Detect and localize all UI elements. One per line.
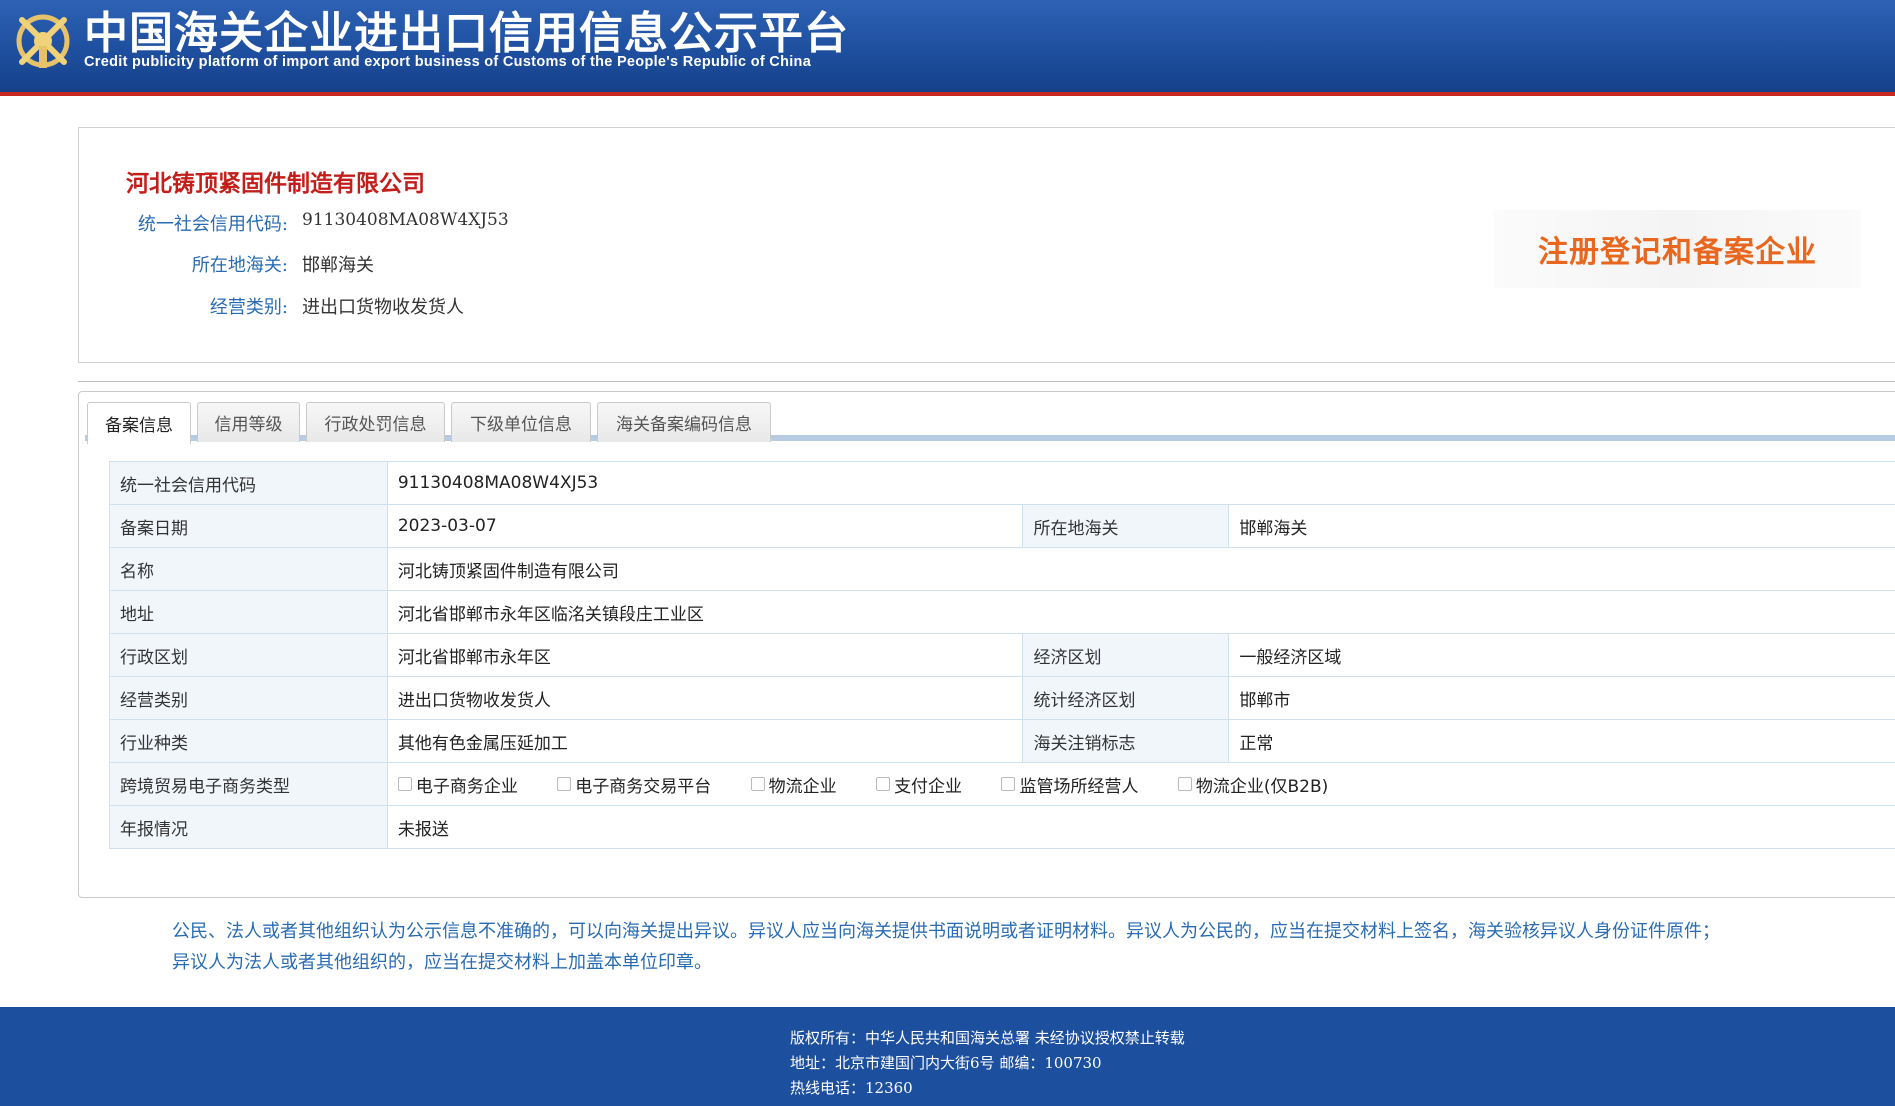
summary-value: 邯郸海关 bbox=[302, 255, 374, 276]
registration-stamp-text: 注册登记和备案企业 bbox=[1538, 235, 1817, 270]
table-row: 行业种类 其他有色金属压延加工 海关注销标志 正常 bbox=[109, 719, 1895, 763]
cell-value: 正常 bbox=[1228, 719, 1895, 763]
summary-row-biz-type: 经营类别: 进出口货物收发货人 bbox=[79, 293, 879, 323]
cell-label: 地址 bbox=[109, 590, 388, 634]
summary-label: 经营类别: bbox=[209, 297, 288, 318]
ecommerce-type-cell: 电子商务企业 电子商务交易平台 物流企业 支付企业 监管场所经营人 物流企业(仅… bbox=[386, 762, 1895, 806]
checkbox-label: 物流企业 bbox=[768, 776, 837, 797]
checkbox-label: 监管场所经营人 bbox=[1019, 776, 1139, 797]
summary-label: 统一社会信用代码: bbox=[137, 214, 288, 235]
cell-label: 备案日期 bbox=[109, 504, 388, 548]
footer-hotline: 热线电话：12360 bbox=[790, 1079, 913, 1097]
cell-value: 其他有色金属压延加工 bbox=[386, 719, 1024, 763]
cell-label: 统一社会信用代码 bbox=[109, 461, 388, 505]
objection-notice: 公民、法人或者其他组织认为公示信息不准确的，可以向海关提出异议。异议人应当向海关… bbox=[172, 916, 1882, 978]
table-row: 名称 河北铸顶紧固件制造有限公司 bbox=[109, 547, 1895, 591]
checkbox-label: 支付企业 bbox=[894, 776, 963, 797]
summary-label: 所在地海关: bbox=[191, 255, 288, 276]
cell-label: 统计经济区划 bbox=[1022, 676, 1230, 720]
record-table: 统一社会信用代码 91130408MA08W4XJ53 备案日期 2023-03… bbox=[109, 461, 1895, 849]
record-panel: 备案信息 信用等级 行政处罚信息 下级单位信息 海关备案编码信息 统一社会信用代… bbox=[78, 391, 1895, 898]
tab-credit-level[interactable]: 信用等级 bbox=[197, 402, 300, 442]
cell-value: 进出口货物收发货人 bbox=[386, 676, 1024, 720]
checkbox-box[interactable] bbox=[750, 777, 765, 791]
checkbox-logistics-b2b[interactable]: 物流企业(仅B2B) bbox=[1177, 772, 1329, 797]
site-footer: 版权所有：中华人民共和国海关总署 未经协议授权禁止转载 地址：北京市建国门内大街… bbox=[0, 1007, 1895, 1106]
checkbox-ecommerce-enterprise[interactable]: 电子商务企业 bbox=[397, 772, 518, 797]
checkbox-box[interactable] bbox=[1177, 777, 1192, 791]
cell-value: 91130408MA08W4XJ53 bbox=[386, 461, 1895, 505]
checkbox-ecommerce-platform[interactable]: 电子商务交易平台 bbox=[557, 772, 711, 797]
notice-line: 公民、法人或者其他组织认为公示信息不准确的，可以向海关提出异议。异议人应当向海关… bbox=[172, 921, 1720, 942]
footer-address: 地址：北京市建国门内大街6号 邮编：100730 bbox=[790, 1054, 1102, 1072]
cell-label: 跨境贸易电子商务类型 bbox=[109, 762, 388, 806]
tab-customs-code-info[interactable]: 海关备案编码信息 bbox=[597, 402, 771, 442]
cell-label: 行业种类 bbox=[109, 719, 388, 763]
checkbox-label: 电子商务交易平台 bbox=[575, 776, 712, 797]
checkbox-box[interactable] bbox=[557, 777, 572, 791]
company-name: 河北铸顶紧固件制造有限公司 bbox=[126, 170, 425, 197]
site-subtitle: Credit publicity platform of import and … bbox=[84, 54, 812, 70]
cell-label: 行政区划 bbox=[109, 633, 388, 677]
cell-value: 邯郸市 bbox=[1228, 676, 1895, 720]
summary-row-credit-code: 统一社会信用代码: 91130408MA08W4XJ53 bbox=[79, 210, 879, 240]
checkbox-box[interactable] bbox=[876, 777, 891, 791]
summary-value: 进出口货物收发货人 bbox=[302, 297, 464, 318]
notice-line: 异议人为法人或者其他组织的，应当在提交材料上加盖本单位印章。 bbox=[172, 952, 712, 973]
checkbox-supervised-site-operator[interactable]: 监管场所经营人 bbox=[1001, 772, 1138, 797]
cell-label: 年报情况 bbox=[109, 805, 388, 849]
cell-value: 2023-03-07 bbox=[386, 504, 1024, 548]
customs-emblem-icon bbox=[16, 14, 70, 68]
tab-filing-info[interactable]: 备案信息 bbox=[87, 402, 191, 444]
tab-subunit-info[interactable]: 下级单位信息 bbox=[451, 402, 591, 442]
table-row: 经营类别 进出口货物收发货人 统计经济区划 邯郸市 bbox=[109, 676, 1895, 720]
summary-row-customs: 所在地海关: 邯郸海关 bbox=[79, 251, 879, 281]
cell-label: 经营类别 bbox=[109, 676, 388, 720]
site-header: 中国海关企业进出口信用信息公示平台 Credit publicity platf… bbox=[0, 0, 1895, 96]
cell-label: 名称 bbox=[109, 547, 388, 591]
checkbox-label: 电子商务企业 bbox=[415, 776, 518, 797]
table-row: 备案日期 2023-03-07 所在地海关 邯郸海关 bbox=[109, 504, 1895, 548]
cell-value: 河北省邯郸市永年区临洺关镇段庄工业区 bbox=[386, 590, 1895, 634]
cell-label: 所在地海关 bbox=[1022, 504, 1230, 548]
table-row: 统一社会信用代码 91130408MA08W4XJ53 bbox=[109, 461, 1895, 505]
cell-label: 海关注销标志 bbox=[1022, 719, 1230, 763]
tab-bar: 备案信息 信用等级 行政处罚信息 下级单位信息 海关备案编码信息 bbox=[85, 400, 1895, 444]
registration-stamp: 注册登记和备案企业 bbox=[1494, 210, 1861, 288]
divider bbox=[78, 381, 1895, 382]
tab-penalty-info[interactable]: 行政处罚信息 bbox=[306, 402, 445, 442]
table-row: 行政区划 河北省邯郸市永年区 经济区划 一般经济区域 bbox=[109, 633, 1895, 677]
footer-copyright: 版权所有：中华人民共和国海关总署 未经协议授权禁止转载 bbox=[790, 1029, 1185, 1047]
cell-value: 河北铸顶紧固件制造有限公司 bbox=[386, 547, 1895, 591]
checkbox-label: 物流企业(仅B2B) bbox=[1195, 776, 1329, 797]
company-summary: 河北铸顶紧固件制造有限公司 统一社会信用代码: 91130408MA08W4XJ… bbox=[78, 127, 1895, 363]
cell-value: 邯郸海关 bbox=[1228, 504, 1895, 548]
checkbox-logistics-enterprise[interactable]: 物流企业 bbox=[750, 772, 837, 797]
cell-label: 经济区划 bbox=[1022, 633, 1230, 677]
checkbox-payment-enterprise[interactable]: 支付企业 bbox=[876, 772, 962, 797]
cell-value: 一般经济区域 bbox=[1228, 633, 1895, 677]
checkbox-box[interactable] bbox=[397, 777, 412, 791]
table-row: 年报情况 未报送 bbox=[109, 805, 1895, 849]
cell-value: 未报送 bbox=[386, 805, 1895, 849]
table-row: 地址 河北省邯郸市永年区临洺关镇段庄工业区 bbox=[109, 590, 1895, 634]
summary-value: 91130408MA08W4XJ53 bbox=[302, 210, 509, 230]
cell-value: 河北省邯郸市永年区 bbox=[386, 633, 1024, 677]
checkbox-box[interactable] bbox=[1001, 777, 1016, 791]
table-row: 跨境贸易电子商务类型 电子商务企业 电子商务交易平台 物流企业 支付企业 监管场… bbox=[109, 762, 1895, 806]
